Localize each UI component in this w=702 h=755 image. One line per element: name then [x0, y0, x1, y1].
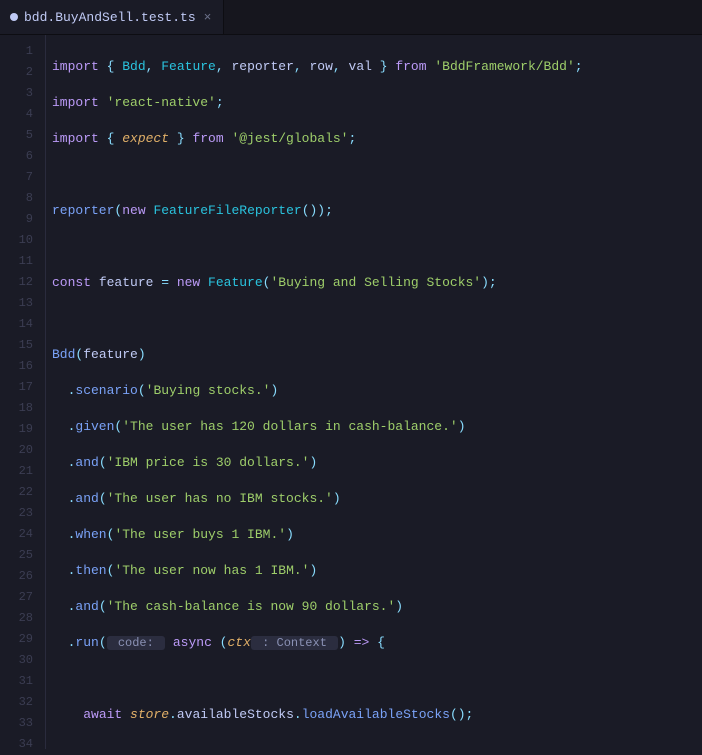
line-number: 22 [0, 482, 45, 503]
inlay-hint: : Context [251, 636, 338, 650]
line-number: 13 [0, 293, 45, 314]
line-number: 23 [0, 503, 45, 524]
line-number: 30 [0, 650, 45, 671]
line-number: 25 [0, 545, 45, 566]
inlay-hint: code: [107, 636, 165, 650]
editor: 1 2 3 4 5 6 7 8 9 10 11 12 13 14 15 16 1… [0, 35, 702, 749]
line-number: 14 [0, 314, 45, 335]
line-number: 8 [0, 188, 45, 209]
line-number: 27 [0, 587, 45, 608]
line-number: 20 [0, 440, 45, 461]
line-number: 34 [0, 734, 45, 755]
line-number: 6 [0, 146, 45, 167]
line-number: 5 [0, 125, 45, 146]
line-number: 31 [0, 671, 45, 692]
line-number: 1 [0, 41, 45, 62]
line-number: 19 [0, 419, 45, 440]
line-number: 32 [0, 692, 45, 713]
line-number: 16 [0, 356, 45, 377]
tab-filename: bdd.BuyAndSell.test.ts [24, 10, 196, 25]
close-icon[interactable]: × [202, 10, 214, 25]
line-number: 21 [0, 461, 45, 482]
line-number: 18 [0, 398, 45, 419]
line-number: 9 [0, 209, 45, 230]
line-number: 29 [0, 629, 45, 650]
line-number-gutter: 1 2 3 4 5 6 7 8 9 10 11 12 13 14 15 16 1… [0, 35, 46, 749]
line-number: 24 [0, 524, 45, 545]
tab-bar: bdd.BuyAndSell.test.ts × [0, 0, 702, 35]
line-number: 28 [0, 608, 45, 629]
line-number: 12 [0, 272, 45, 293]
line-number: 2 [0, 62, 45, 83]
line-number: 33 [0, 713, 45, 734]
file-tab[interactable]: bdd.BuyAndSell.test.ts × [0, 0, 224, 34]
line-number: 17 [0, 377, 45, 398]
line-number: 3 [0, 83, 45, 104]
code-area[interactable]: import { Bdd, Feature, reporter, row, va… [46, 35, 702, 749]
line-number: 15 [0, 335, 45, 356]
line-number: 10 [0, 230, 45, 251]
unsaved-dot-icon [10, 13, 18, 21]
line-number: 26 [0, 566, 45, 587]
line-number: 11 [0, 251, 45, 272]
line-number: 7 [0, 167, 45, 188]
line-number: 4 [0, 104, 45, 125]
